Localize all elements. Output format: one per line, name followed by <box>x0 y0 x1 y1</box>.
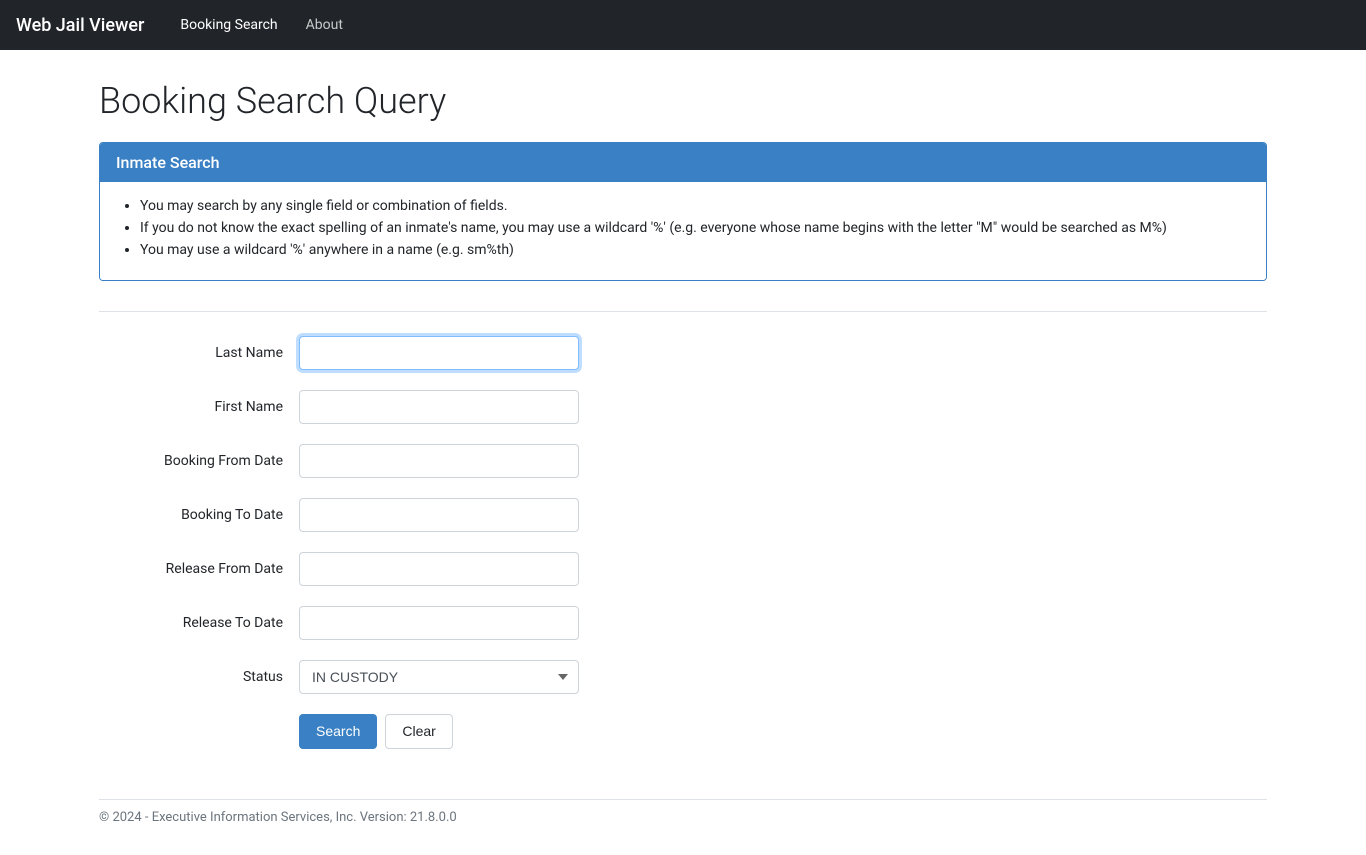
navbar-brand[interactable]: Web Jail Viewer <box>16 15 144 36</box>
nav-item-about: About <box>294 17 355 33</box>
status-group: Status IN CUSTODY RELEASED ALL <box>99 660 1267 694</box>
booking-to-date-label: Booking To Date <box>99 507 299 523</box>
booking-from-date-input[interactable] <box>299 444 579 478</box>
nav-item-booking-search: Booking Search <box>168 17 289 33</box>
main-content: Booking Search Query Inmate Search You m… <box>83 50 1283 855</box>
clear-button[interactable]: Clear <box>385 714 452 749</box>
release-to-date-input[interactable] <box>299 606 579 640</box>
booking-to-date-input[interactable] <box>299 498 579 532</box>
info-panel-body: You may search by any single field or co… <box>100 182 1266 280</box>
release-from-date-group: Release From Date <box>99 552 1267 586</box>
first-name-group: First Name <box>99 390 1267 424</box>
release-to-date-group: Release To Date <box>99 606 1267 640</box>
release-from-date-input[interactable] <box>299 552 579 586</box>
info-panel-header: Inmate Search <box>100 143 1266 182</box>
search-button[interactable]: Search <box>299 714 377 749</box>
release-to-date-label: Release To Date <box>99 615 299 631</box>
last-name-input[interactable] <box>299 336 579 370</box>
page-title: Booking Search Query <box>99 80 1267 122</box>
info-bullet-3: You may use a wildcard '%' anywhere in a… <box>140 242 1246 258</box>
release-from-date-label: Release From Date <box>99 561 299 577</box>
button-row: Search Clear <box>299 714 1267 749</box>
footer-text: © 2024 - Executive Information Services,… <box>99 810 457 825</box>
booking-from-date-label: Booking From Date <box>99 453 299 469</box>
last-name-label: Last Name <box>99 345 299 361</box>
first-name-label: First Name <box>99 399 299 415</box>
booking-to-date-group: Booking To Date <box>99 498 1267 532</box>
first-name-input[interactable] <box>299 390 579 424</box>
navbar-nav: Booking Search About <box>168 17 355 33</box>
booking-from-date-group: Booking From Date <box>99 444 1267 478</box>
nav-link-booking-search[interactable]: Booking Search <box>168 9 289 41</box>
nav-link-about[interactable]: About <box>294 9 355 41</box>
info-panel: Inmate Search You may search by any sing… <box>99 142 1267 281</box>
status-label: Status <box>99 669 299 685</box>
status-select[interactable]: IN CUSTODY RELEASED ALL <box>299 660 579 694</box>
last-name-group: Last Name <box>99 336 1267 370</box>
search-form: Last Name First Name Booking From Date B… <box>99 336 1267 769</box>
info-panel-list: You may search by any single field or co… <box>120 198 1246 258</box>
info-bullet-1: You may search by any single field or co… <box>140 198 1246 214</box>
navbar: Web Jail Viewer Booking Search About <box>0 0 1366 50</box>
form-divider <box>99 311 1267 312</box>
info-bullet-2: If you do not know the exact spelling of… <box>140 220 1246 236</box>
footer: © 2024 - Executive Information Services,… <box>99 799 1267 825</box>
